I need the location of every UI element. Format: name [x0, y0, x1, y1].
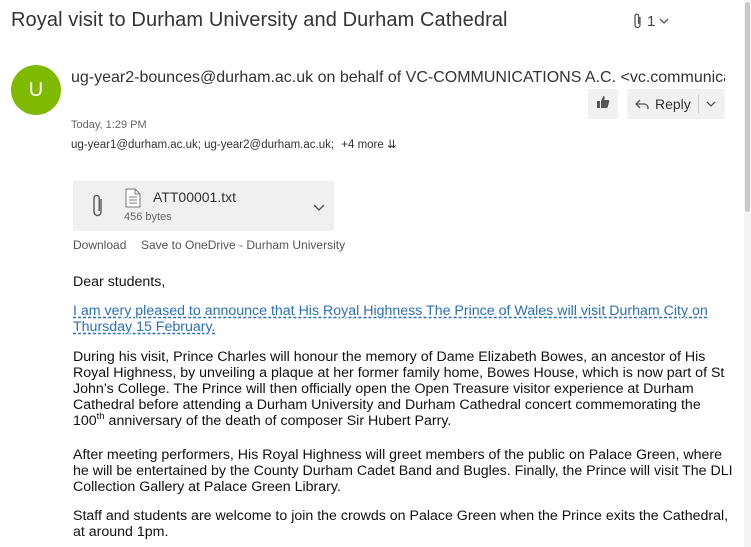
reply-label: Reply	[655, 96, 691, 112]
button-divider	[697, 95, 699, 113]
thumbs-up-icon	[596, 95, 610, 114]
sent-time: Today, 1:29 PM	[71, 119, 147, 131]
attachment-count: 1	[647, 12, 656, 30]
like-button[interactable]	[588, 89, 618, 119]
more-recipients-link[interactable]: +4 more ⇊	[341, 139, 396, 151]
attachment-count-button[interactable]: 1	[632, 12, 670, 30]
paragraph-performers: After meeting performers, His Royal High…	[73, 447, 733, 495]
reply-arrow-icon	[635, 98, 649, 110]
chevron-down-icon[interactable]	[312, 200, 326, 218]
sender-line: ug-year2-bounces@durham.ac.uk on behalf …	[71, 69, 725, 86]
save-to-onedrive-link[interactable]: Save to OneDrive - Durham University	[141, 238, 345, 252]
chevron-down-icon	[658, 16, 670, 26]
paragraph-visit: During his visit, Prince Charles will ho…	[73, 349, 725, 429]
recipients-line: ug-year1@durham.ac.uk; ug-year2@durham.a…	[71, 137, 397, 151]
recipients-list: ug-year1@durham.ac.uk; ug-year2@durham.a…	[71, 139, 335, 151]
avatar: U	[11, 65, 61, 115]
attachment-name: ATT00001.txt	[153, 189, 237, 205]
reply-button[interactable]: Reply	[627, 89, 725, 119]
announcement-link[interactable]: I am very pleased to announce that His R…	[73, 303, 733, 335]
attachment-size: 456 bytes	[124, 211, 172, 223]
scrollbar-thumb[interactable]	[745, 2, 750, 212]
attachment-card[interactable]: ATT00001.txt 456 bytes	[73, 181, 334, 231]
paperclip-icon	[90, 193, 106, 224]
greeting: Dear students,	[73, 274, 166, 290]
email-subject: Royal visit to Durham University and Dur…	[11, 9, 508, 31]
paragraph-crowds: Staff and students are welcome to join t…	[73, 508, 729, 540]
paperclip-icon	[632, 12, 644, 30]
download-link[interactable]: Download	[73, 238, 126, 252]
chevron-down-icon[interactable]	[705, 99, 717, 109]
double-chevron-icon: ⇊	[386, 139, 397, 151]
text-file-icon	[125, 188, 141, 213]
